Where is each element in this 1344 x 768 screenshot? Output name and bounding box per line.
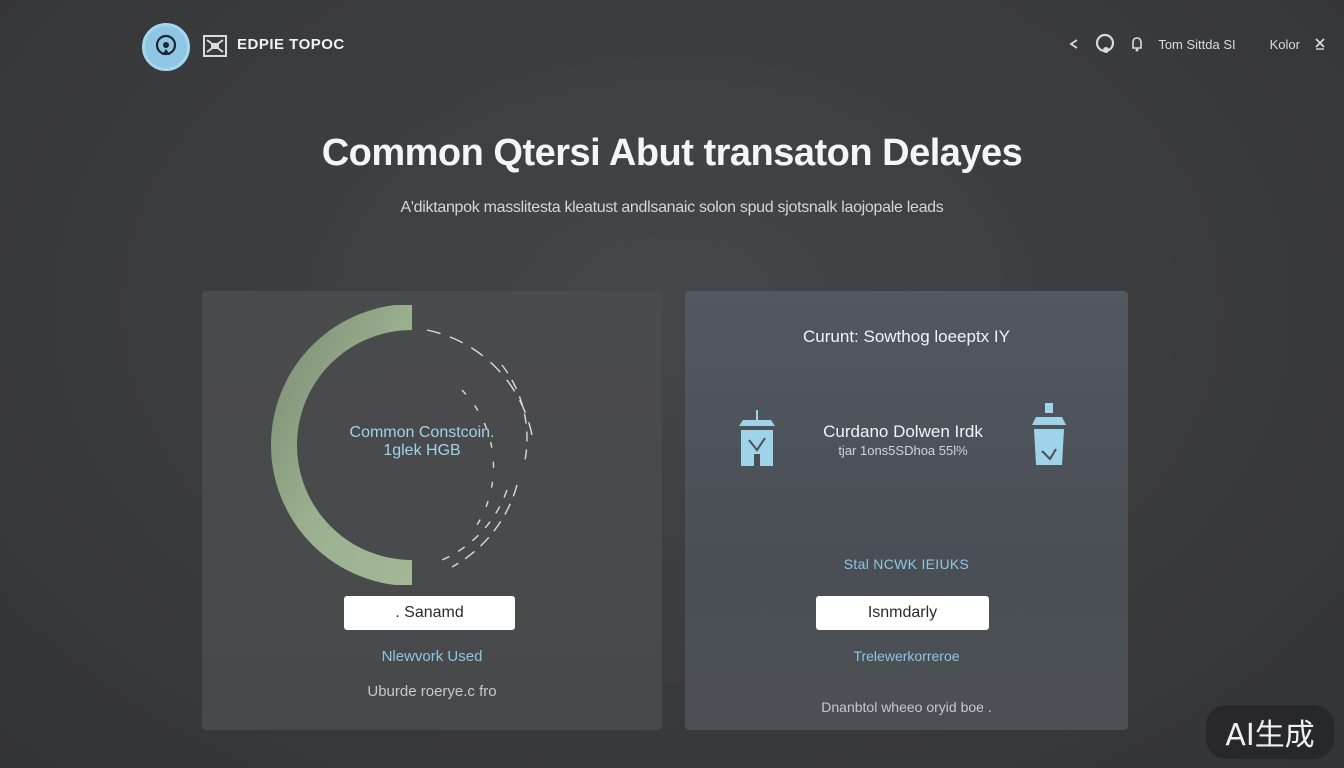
brand-name: EDPIE TOPOC bbox=[237, 36, 345, 53]
page-title: Common Qtersi Abut transaton Delayes bbox=[321, 132, 1023, 174]
network-used-link[interactable]: Nlewvork Used bbox=[202, 648, 662, 665]
ring-label: Common Constcoin. 1glek HGB bbox=[322, 424, 522, 460]
stat-value: tjar 1ons5SDhoa 55l% bbox=[838, 443, 968, 458]
card-left-footer: Uburde roerye.c fro bbox=[367, 683, 497, 700]
ring-label-line-1: Common Constcoin. bbox=[349, 424, 495, 441]
primary-button-left[interactable]: . Sanamd bbox=[344, 596, 515, 630]
close-icon[interactable] bbox=[1314, 37, 1326, 51]
header: EDPIE TOPOC Tom Sittda SI Kolor bbox=[0, 0, 1344, 90]
page-subtitle: A'diktanpok masslitesta kleatust andlsan… bbox=[400, 199, 944, 216]
top-nav: Tom Sittda SI Kolor bbox=[1068, 32, 1326, 56]
primary-button-right[interactable]: Isnmdarly bbox=[816, 596, 989, 630]
brand-icon bbox=[203, 35, 227, 57]
nav-link-kolor[interactable]: Kolor bbox=[1270, 37, 1300, 52]
section-tag: Stal NCWK IEIUKS bbox=[843, 556, 970, 572]
user-icon[interactable] bbox=[1094, 33, 1116, 55]
building-icon-left bbox=[739, 410, 775, 466]
ai-watermark: AI生成 bbox=[1206, 705, 1334, 759]
panel-title: Curunt: Sowthog loeeptx IY bbox=[803, 327, 1010, 346]
bell-icon[interactable] bbox=[1130, 36, 1144, 52]
bottle-icon-right bbox=[1032, 403, 1066, 465]
arrow-icon[interactable] bbox=[1068, 38, 1080, 50]
card-right-footer: Dnanbtol wheeo oryid boe . bbox=[821, 699, 992, 715]
stat-label: Curdano Dolwen Irdk bbox=[823, 422, 983, 441]
logo[interactable] bbox=[142, 23, 190, 71]
logo-mark-icon bbox=[155, 34, 177, 56]
network-link-right[interactable]: Trelewerkorreroe bbox=[685, 648, 1128, 664]
nav-link-account[interactable]: Tom Sittda SI bbox=[1158, 37, 1235, 52]
summary-card-right: Curunt: Sowthog loeeptx IY Curdano Dolwe… bbox=[685, 291, 1128, 730]
summary-card-left: Common Constcoin. 1glek HGB . Sanamd Nle… bbox=[202, 291, 662, 730]
ring-label-line-2: 1glek HGB bbox=[383, 442, 461, 459]
